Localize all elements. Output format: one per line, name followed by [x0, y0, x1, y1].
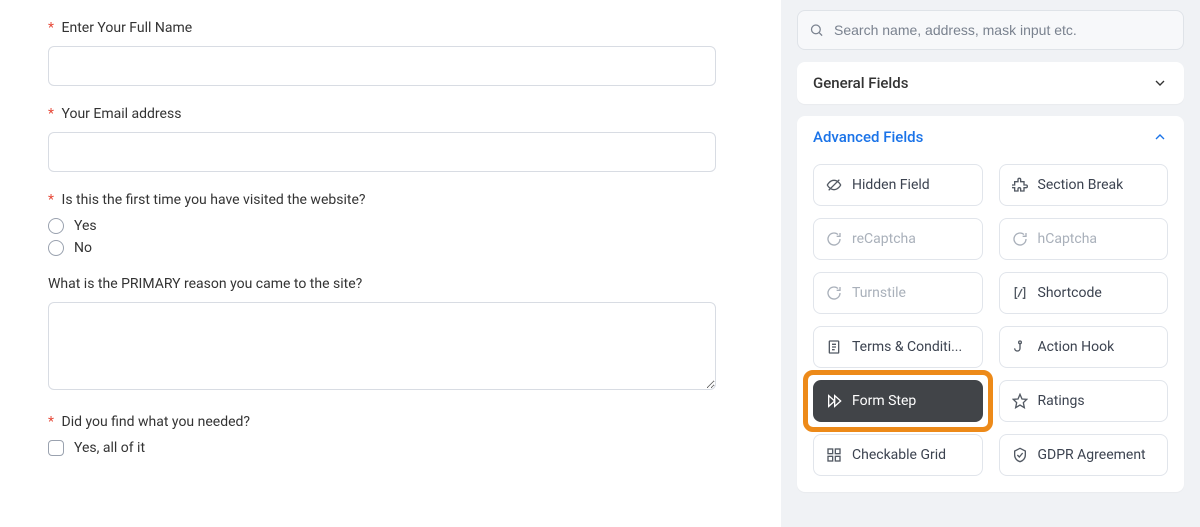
accordion-general-header[interactable]: General Fields [797, 62, 1184, 104]
field-first-visit: * Is this the first time you have visite… [48, 192, 733, 256]
required-marker: * [48, 20, 54, 36]
chevron-down-icon [1152, 75, 1168, 91]
required-marker: * [48, 192, 54, 208]
email-label: Your Email address [62, 106, 182, 122]
primary-reason-textarea[interactable] [48, 302, 716, 390]
field-hidden-label: Hidden Field [852, 177, 930, 193]
required-marker: * [48, 106, 54, 122]
hcaptcha-icon [1012, 231, 1028, 247]
name-input[interactable] [48, 46, 716, 86]
accordion-advanced-header[interactable]: Advanced Fields [797, 116, 1184, 158]
field-primary-reason: What is the PRIMARY reason you came to t… [48, 276, 733, 394]
search-wrap [797, 10, 1184, 50]
first-visit-label: Is this the first time you have visited … [62, 192, 366, 208]
name-label: Enter Your Full Name [62, 20, 193, 36]
email-input[interactable] [48, 132, 716, 172]
field-hcaptcha-label: hCaptcha [1038, 231, 1098, 247]
field-gdpr[interactable]: GDPR Agreement [999, 434, 1169, 476]
field-name: * Enter Your Full Name [48, 20, 733, 86]
shield-icon [1012, 447, 1028, 463]
first-visit-no-label: No [74, 240, 92, 256]
first-visit-yes-label: Yes [74, 218, 97, 234]
shortcode-icon [1012, 285, 1028, 301]
field-found: * Did you find what you needed? Yes, all… [48, 414, 733, 456]
field-form-step[interactable]: Form Step [813, 380, 983, 422]
field-email: * Your Email address [48, 106, 733, 172]
field-action-hook-label: Action Hook [1038, 339, 1115, 355]
primary-reason-label: What is the PRIMARY reason you came to t… [48, 276, 362, 292]
found-yes-all-label: Yes, all of it [74, 440, 145, 456]
document-icon [826, 339, 842, 355]
field-recaptcha[interactable]: reCaptcha [813, 218, 983, 260]
grid-icon [826, 447, 842, 463]
search-input[interactable] [797, 10, 1184, 50]
required-marker: * [48, 414, 54, 430]
accordion-advanced-title: Advanced Fields [813, 128, 923, 146]
sidebar: General Fields Advanced Fields Hidden Fi… [781, 0, 1200, 527]
search-icon [809, 23, 824, 38]
form-step-highlight: Form Step [803, 370, 993, 432]
accordion-advanced: Advanced Fields Hidden Field Section Bre… [797, 116, 1184, 492]
recaptcha-icon [826, 231, 842, 247]
field-turnstile[interactable]: Turnstile [813, 272, 983, 314]
field-shortcode[interactable]: Shortcode [999, 272, 1169, 314]
field-hcaptcha[interactable]: hCaptcha [999, 218, 1169, 260]
hook-icon [1012, 339, 1028, 355]
field-shortcode-label: Shortcode [1038, 285, 1102, 301]
skip-forward-icon [826, 393, 842, 409]
found-label: Did you find what you needed? [62, 414, 251, 430]
field-ratings-label: Ratings [1038, 393, 1085, 409]
field-terms[interactable]: Terms & Conditi... [813, 326, 983, 368]
first-visit-no-radio[interactable] [48, 240, 64, 256]
accordion-general-title: General Fields [813, 74, 908, 92]
field-checkable-grid-label: Checkable Grid [852, 447, 946, 463]
field-section-break[interactable]: Section Break [999, 164, 1169, 206]
field-terms-label: Terms & Conditi... [852, 339, 962, 355]
turnstile-icon [826, 285, 842, 301]
star-icon [1012, 393, 1028, 409]
accordion-general: General Fields [797, 62, 1184, 104]
found-yes-all-checkbox[interactable] [48, 440, 64, 456]
eye-off-icon [826, 177, 842, 193]
field-turnstile-label: Turnstile [852, 285, 906, 301]
field-form-step-label: Form Step [852, 393, 916, 409]
first-visit-yes-radio[interactable] [48, 218, 64, 234]
field-ratings[interactable]: Ratings [999, 380, 1169, 422]
field-checkable-grid[interactable]: Checkable Grid [813, 434, 983, 476]
field-section-break-label: Section Break [1038, 177, 1124, 193]
form-canvas: * Enter Your Full Name * Your Email addr… [0, 0, 781, 527]
advanced-field-grid: Hidden Field Section Break reCaptcha hCa… [797, 158, 1184, 492]
field-action-hook[interactable]: Action Hook [999, 326, 1169, 368]
field-hidden[interactable]: Hidden Field [813, 164, 983, 206]
puzzle-icon [1012, 177, 1028, 193]
field-gdpr-label: GDPR Agreement [1038, 447, 1146, 463]
chevron-up-icon [1152, 129, 1168, 145]
field-recaptcha-label: reCaptcha [852, 231, 916, 247]
